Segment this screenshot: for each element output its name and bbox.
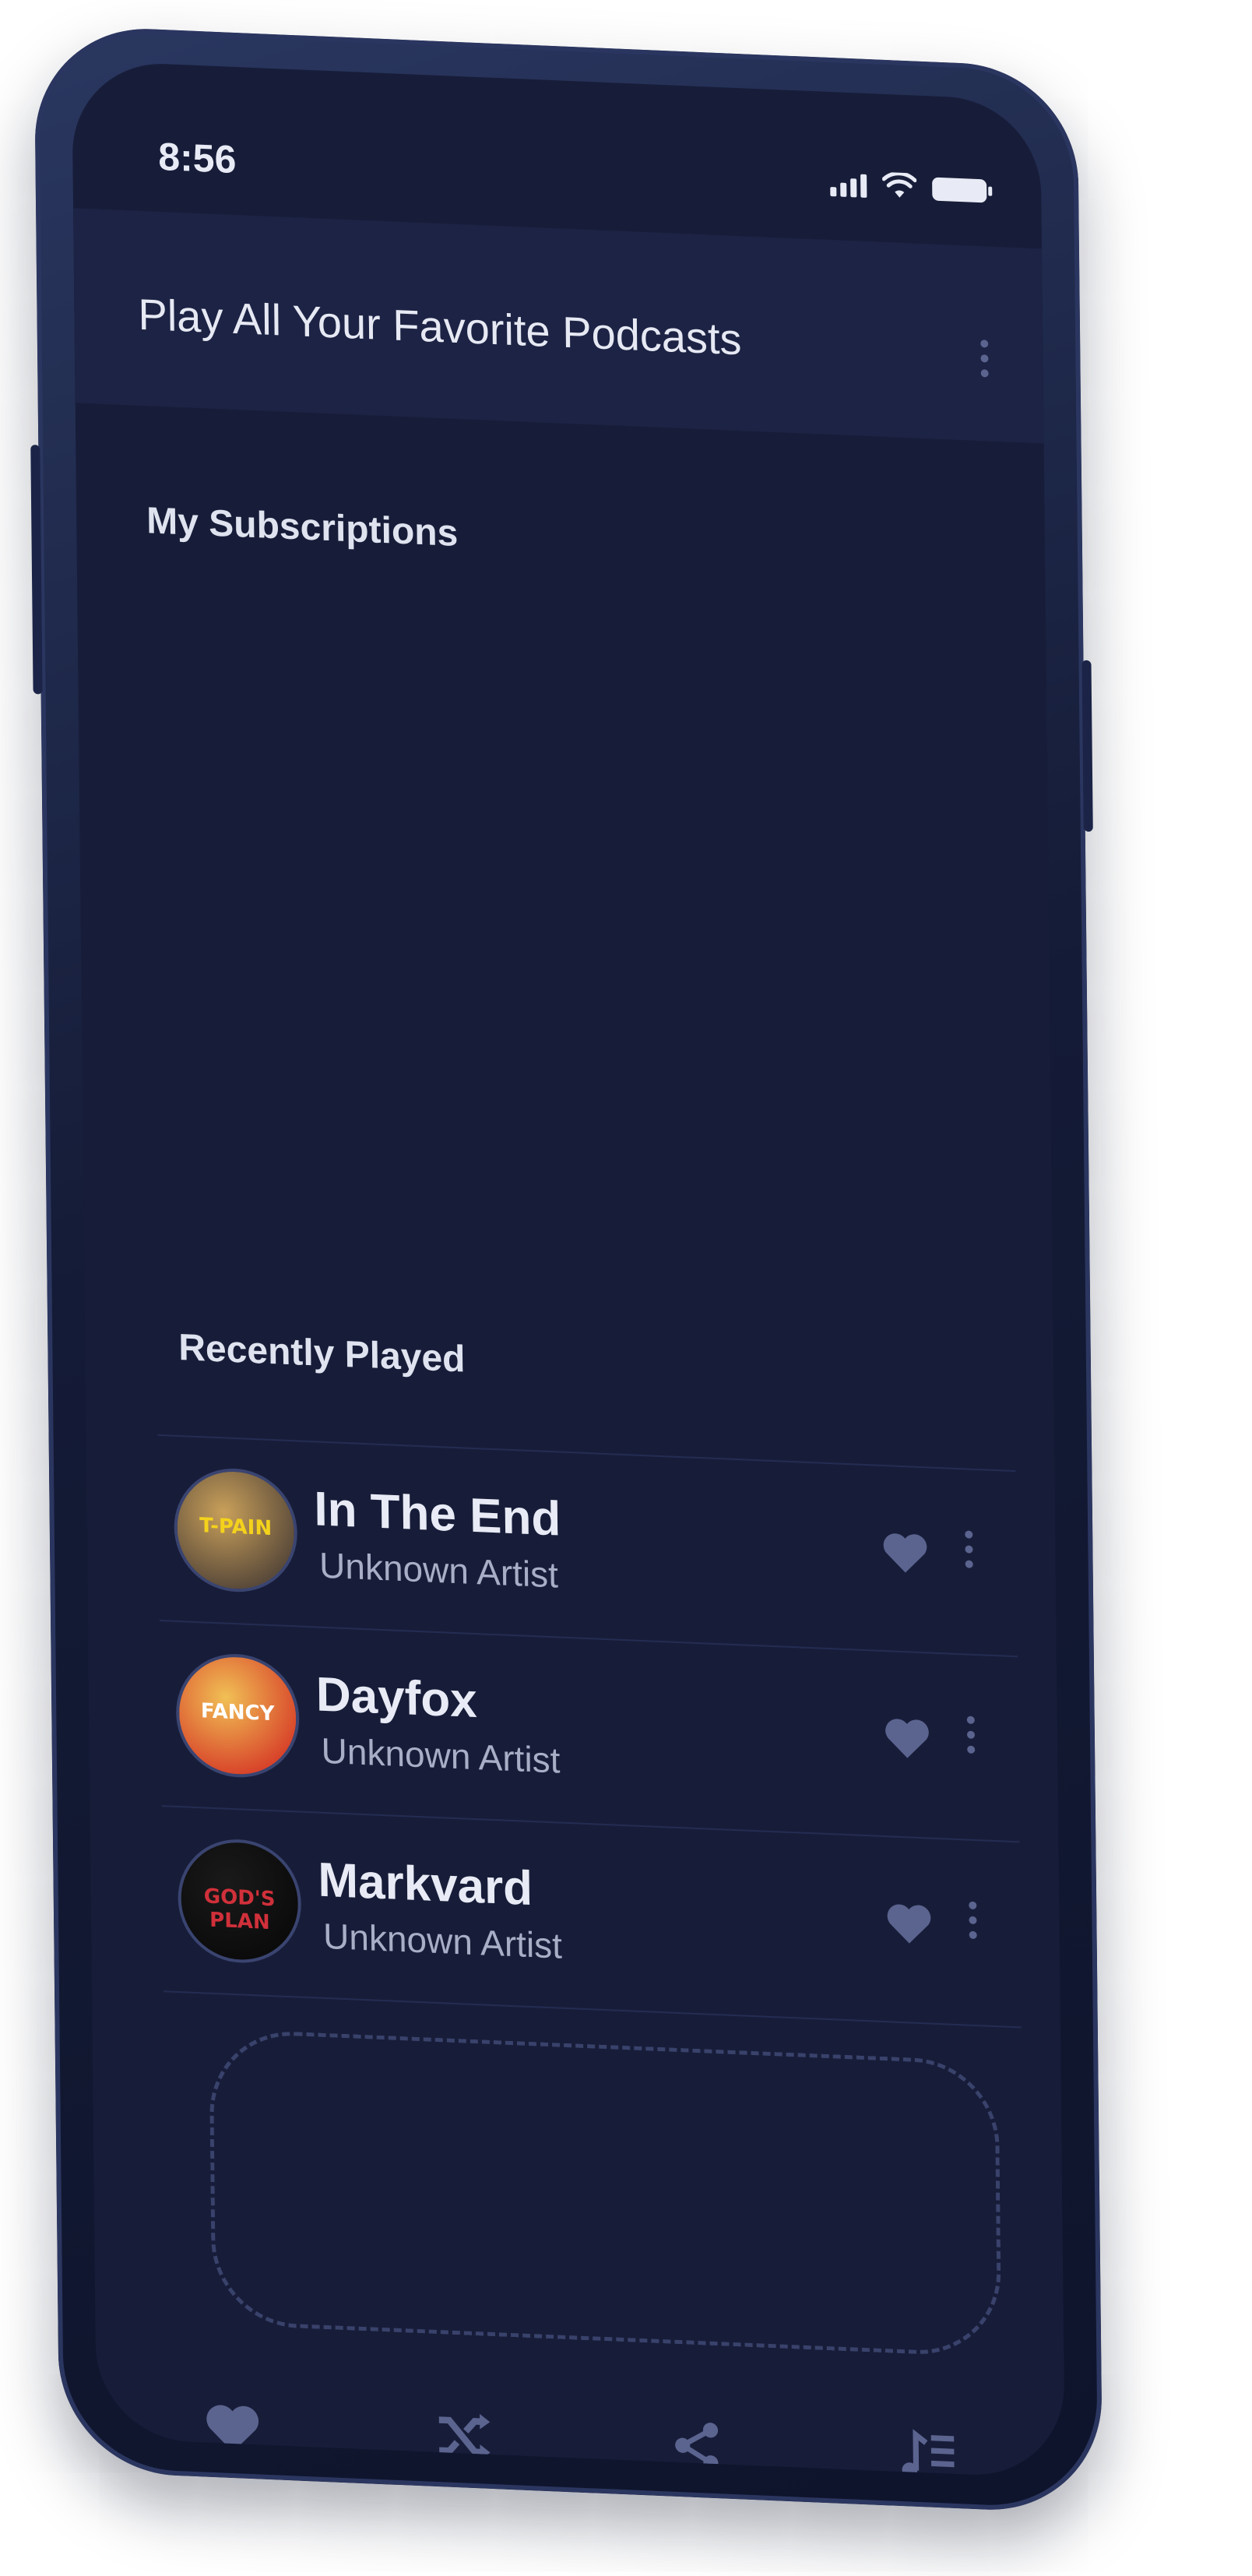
nav-shuffle-button[interactable]	[421, 2391, 508, 2479]
track-title: In The End	[314, 1482, 561, 1547]
track-title: Markvard	[318, 1853, 533, 1916]
status-icons	[830, 170, 987, 203]
track-cover-image: FANCY	[175, 1651, 301, 1780]
favorite-heart-icon[interactable]	[883, 1898, 935, 1947]
app-title: Play All Your Favorite Podcasts	[138, 289, 742, 364]
track-row[interactable]: GOD'S PLAN Markvard Unknown Artist	[161, 1805, 1022, 2029]
app-screen: 8:56 Play All Your Favorite Podcasts My …	[72, 60, 1065, 2479]
track-cover-label: T-PAIN	[199, 1514, 273, 1541]
playlist-icon	[902, 2429, 955, 2479]
signal-icon	[830, 173, 867, 199]
wifi-icon	[882, 171, 917, 198]
recently-played-heading: Recently Played	[178, 1326, 466, 1381]
vertical-dots-icon[interactable]	[980, 340, 989, 378]
status-time: 8:56	[158, 134, 237, 182]
track-title: Dayfox	[315, 1667, 477, 1729]
track-cover-image: GOD'S PLAN	[177, 1836, 302, 1965]
battery-icon	[932, 177, 987, 203]
side-button-left	[30, 444, 43, 695]
track-more-icon[interactable]	[969, 1901, 977, 1940]
favorite-heart-icon[interactable]	[879, 1527, 931, 1576]
favorite-heart-icon[interactable]	[881, 1712, 934, 1761]
phone-frame: 8:56 Play All Your Favorite Podcasts My …	[30, 24, 1103, 2514]
side-button-right	[1081, 660, 1093, 832]
track-more-icon[interactable]	[965, 1530, 973, 1568]
shuffle-icon	[438, 2413, 491, 2460]
bottom-nav	[189, 2370, 972, 2479]
app-bar: Play All Your Favorite Podcasts	[73, 208, 1044, 444]
heart-icon	[206, 2405, 258, 2452]
track-row[interactable]: T-PAIN In The End Unknown Artist	[157, 1434, 1018, 1656]
nav-playlist-button[interactable]	[885, 2411, 972, 2479]
subscriptions-area	[147, 577, 983, 1297]
page-stage: 8:56 Play All Your Favorite Podcasts My …	[0, 0, 1252, 2576]
subscriptions-heading: My Subscriptions	[146, 500, 459, 555]
track-artist: Unknown Artist	[318, 1544, 559, 1596]
nav-share-button[interactable]	[653, 2402, 740, 2479]
empty-drop-zone	[209, 2028, 1002, 2358]
share-icon	[675, 2423, 719, 2471]
track-more-icon[interactable]	[966, 1716, 976, 1754]
track-artist: Unknown Artist	[321, 1730, 561, 1781]
track-artist: Unknown Artist	[322, 1915, 563, 1966]
nav-favorites-button[interactable]	[189, 2382, 276, 2472]
track-cover-label: FANCY	[200, 1699, 275, 1726]
track-cover-label: GOD'S PLAN	[203, 1884, 276, 1934]
track-row[interactable]: FANCY Dayfox Unknown Artist	[159, 1620, 1020, 1842]
track-cover-image: T-PAIN	[173, 1466, 298, 1595]
status-bar: 8:56	[72, 60, 1042, 233]
recently-played-list: T-PAIN In The End Unknown Artist FANCY D…	[157, 1434, 1022, 2029]
